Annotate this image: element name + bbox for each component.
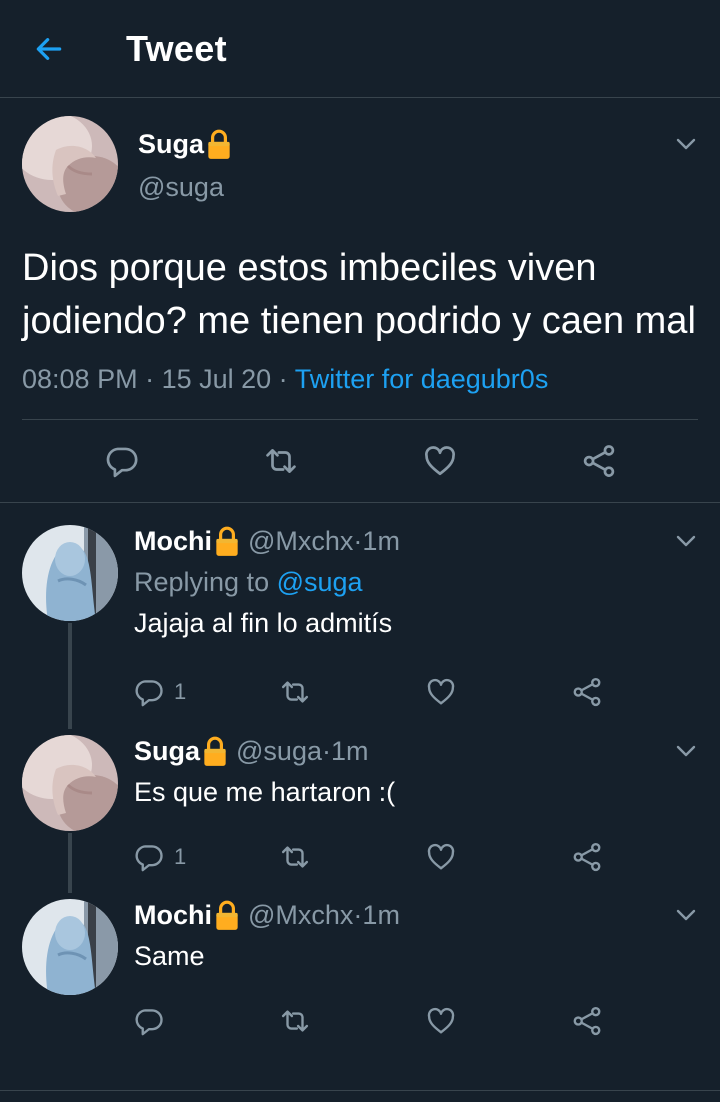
replying-to-link[interactable]: @suga bbox=[277, 567, 363, 597]
reply-icon bbox=[134, 677, 164, 707]
share-button[interactable] bbox=[572, 677, 718, 707]
retweet-icon bbox=[280, 842, 310, 872]
meta-separator: · bbox=[271, 364, 295, 394]
back-arrow-icon bbox=[36, 37, 62, 60]
meta-separator: · bbox=[137, 364, 162, 394]
retweet-icon bbox=[264, 444, 298, 478]
reply-count: 1 bbox=[174, 679, 187, 704]
like-button[interactable] bbox=[426, 842, 572, 872]
reply-icon bbox=[105, 444, 139, 478]
tweet-actions bbox=[22, 420, 698, 502]
reply-actions bbox=[134, 996, 718, 1046]
avatar[interactable] bbox=[22, 525, 118, 621]
share-button[interactable] bbox=[572, 1006, 718, 1036]
tweet-text: Dios porque estos imbeciles viven jodien… bbox=[22, 247, 696, 342]
like-icon bbox=[426, 677, 456, 707]
reply-time: 1m bbox=[362, 899, 400, 930]
chevron-down-icon[interactable] bbox=[674, 529, 698, 553]
share-icon bbox=[572, 1006, 602, 1036]
avatar[interactable] bbox=[22, 899, 118, 995]
tweet-source-link[interactable]: Twitter for daegubr0s bbox=[295, 364, 549, 394]
reply-tweet[interactable]: Suga @suga · 1m Es que me hartaron :( 1 bbox=[0, 735, 720, 899]
reply-icon bbox=[134, 1006, 164, 1036]
author-handle[interactable]: @Mxchx bbox=[248, 526, 353, 557]
retweet-icon bbox=[280, 677, 310, 707]
author-name[interactable]: Mochi bbox=[134, 900, 212, 931]
retweet-button[interactable] bbox=[264, 444, 298, 478]
share-icon bbox=[572, 677, 602, 707]
reply-tweet[interactable]: Mochi @Mxchx · 1m Replying to @suga Jaja… bbox=[0, 525, 720, 735]
tweet-date: 15 Jul 20 bbox=[161, 364, 272, 394]
share-button[interactable] bbox=[572, 842, 718, 872]
top-bar: Tweet bbox=[0, 0, 720, 98]
replying-label: Replying to bbox=[134, 567, 270, 597]
replying-to: Replying to @suga bbox=[134, 567, 718, 598]
retweet-icon bbox=[280, 1006, 310, 1036]
reply-button[interactable]: 1 bbox=[134, 677, 280, 707]
retweet-button[interactable] bbox=[280, 1006, 426, 1036]
share-icon bbox=[572, 842, 602, 872]
back-button[interactable] bbox=[0, 0, 98, 98]
retweet-button[interactable] bbox=[280, 842, 426, 872]
author-handle[interactable]: @suga bbox=[138, 172, 232, 203]
like-button[interactable] bbox=[426, 677, 572, 707]
retweet-button[interactable] bbox=[280, 677, 426, 707]
author-handle[interactable]: @Mxchx bbox=[248, 900, 353, 931]
author-handle[interactable]: @suga bbox=[236, 736, 322, 767]
meta-separator: · bbox=[353, 525, 363, 556]
tweet-time: 08:08 PM bbox=[22, 364, 138, 394]
reply-time: 1m bbox=[330, 735, 369, 766]
reply-text: Es que me hartaron :( bbox=[134, 777, 396, 807]
chevron-down-icon[interactable] bbox=[674, 739, 698, 763]
divider bbox=[0, 1090, 720, 1091]
author-name-row[interactable]: Suga bbox=[138, 128, 232, 160]
avatar[interactable] bbox=[22, 735, 118, 831]
like-button[interactable] bbox=[426, 1006, 572, 1036]
author-name[interactable]: Suga bbox=[138, 129, 204, 160]
like-button[interactable] bbox=[423, 444, 457, 478]
like-icon bbox=[426, 842, 456, 872]
lock-icon bbox=[214, 899, 240, 931]
meta-separator: · bbox=[321, 735, 331, 766]
reply-count: 1 bbox=[174, 844, 187, 869]
main-tweet: Suga @suga Dios porque estos imbeciles v… bbox=[0, 98, 720, 503]
reply-icon bbox=[134, 842, 164, 872]
meta-separator: · bbox=[353, 899, 363, 930]
avatar[interactable] bbox=[22, 116, 118, 212]
reply-button[interactable] bbox=[105, 444, 139, 478]
reply-button[interactable] bbox=[134, 1006, 280, 1036]
reply-text: Jajaja al fin lo admitís bbox=[134, 608, 393, 638]
author-name[interactable]: Suga bbox=[134, 736, 200, 767]
reply-time: 1m bbox=[362, 525, 400, 556]
lock-icon bbox=[214, 525, 240, 557]
reply-button[interactable]: 1 bbox=[134, 842, 280, 872]
thread-line bbox=[68, 833, 72, 893]
like-icon bbox=[423, 444, 457, 478]
page-title: Tweet bbox=[126, 27, 227, 69]
reply-actions: 1 bbox=[134, 667, 718, 717]
thread-line bbox=[68, 623, 72, 729]
reply-tweet[interactable]: Mochi @Mxchx · 1m Same bbox=[0, 899, 720, 1049]
reply-text: Same bbox=[134, 941, 205, 971]
reply-actions: 1 bbox=[134, 832, 718, 882]
chevron-down-icon[interactable] bbox=[674, 903, 698, 927]
share-icon bbox=[582, 444, 616, 478]
lock-icon bbox=[206, 128, 232, 160]
tweet-meta: 08:08 PM · 15 Jul 20 · Twitter for daegu… bbox=[22, 364, 698, 420]
lock-icon bbox=[202, 735, 228, 767]
author-name[interactable]: Mochi bbox=[134, 526, 212, 557]
chevron-down-icon[interactable] bbox=[674, 132, 698, 156]
share-button[interactable] bbox=[582, 444, 616, 478]
like-icon bbox=[426, 1006, 456, 1036]
